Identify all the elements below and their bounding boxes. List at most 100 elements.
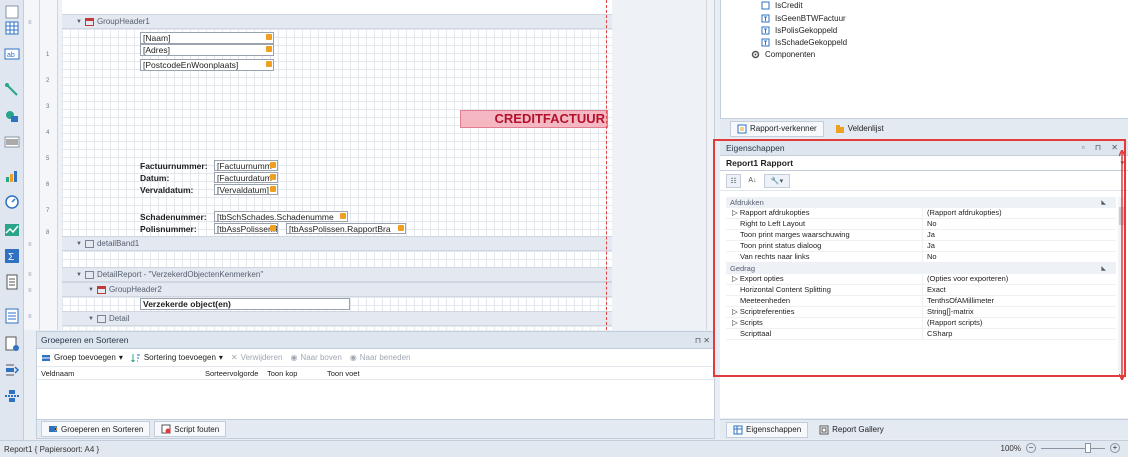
band-rail: ≡ ≡ ≡ ≡ ≡	[24, 0, 40, 330]
smart-tag-icon[interactable]	[270, 225, 276, 231]
tab-veldenlijst[interactable]: Veldenlijst	[828, 121, 891, 137]
band-grid[interactable]	[62, 251, 612, 267]
band-header-detailband1[interactable]: ▼ detailBand1	[62, 236, 612, 251]
pagebreak-tool-icon[interactable]	[4, 362, 20, 378]
smart-tag-icon[interactable]	[266, 61, 272, 67]
field-naam[interactable]: [Naam]	[140, 32, 274, 44]
field-vervaldatum[interactable]: [Vervaldatum]	[214, 184, 278, 195]
tree-item[interactable]: IsGeenBTWFactuur	[761, 14, 846, 23]
tree-item[interactable]: Componenten	[751, 50, 815, 59]
band-grid[interactable]	[62, 326, 612, 330]
zoom-out-button[interactable]: −	[1026, 443, 1036, 453]
zoom-slider-thumb[interactable]	[1085, 442, 1091, 453]
smart-tag-icon[interactable]	[266, 46, 272, 52]
pin-close-icon[interactable]: ⊓ ✕	[695, 336, 710, 345]
field-adres[interactable]: [Adres]	[140, 44, 274, 56]
list-tool-icon[interactable]	[4, 308, 20, 324]
band-header-detailreport[interactable]: ▼ DetailReport - "VerzekerdObjectenKenme…	[62, 267, 612, 282]
subreport-tool-icon[interactable]	[4, 336, 20, 352]
panel-title: Groeperen en Sorteren	[41, 335, 129, 345]
gauge-tool-icon[interactable]	[4, 194, 20, 210]
document-tool-icon[interactable]	[4, 274, 20, 290]
report-page[interactable]: ▼ GroupHeader1 [Naam] [Adres] [PostcodeE…	[62, 0, 612, 330]
zoom-slider[interactable]	[1041, 442, 1105, 453]
collapse-caret-icon[interactable]: ▼	[76, 241, 82, 247]
collapse-caret-icon[interactable]: ▼	[88, 287, 94, 293]
table-tool-icon[interactable]	[4, 20, 20, 36]
band-header-detail[interactable]: ▼ Detail	[62, 311, 612, 326]
creditfactuur-title[interactable]: CREDITFACTUUR	[460, 110, 608, 128]
label-schadenummer[interactable]: Schadenummer:	[140, 212, 207, 222]
band-collapse-mark[interactable]: ≡	[28, 272, 32, 278]
add-group-icon	[42, 354, 50, 361]
band-header-groupheader1[interactable]: ▼ GroupHeader1	[62, 14, 612, 29]
tab-rapport-verkenner[interactable]: Rapport-verkenner	[730, 120, 824, 137]
tab-eigenschappen[interactable]: Eigenschappen	[726, 421, 809, 438]
tree-item[interactable]: IsSchadeGekoppeld	[761, 38, 847, 47]
field-polisnummer-2[interactable]: [tbAssPolissen.RapportBra	[286, 223, 406, 234]
grouping-bottom-tabs: Groeperen en Sorteren Script fouten	[37, 419, 714, 438]
smart-tag-icon[interactable]	[270, 174, 276, 180]
field-icon	[761, 38, 770, 47]
field-datum[interactable]: [Factuurdatum	[214, 172, 278, 183]
label-factuurnummer[interactable]: Factuurnummer:	[140, 161, 208, 171]
field-factuurnummer[interactable]: [Factuurnumm	[214, 160, 278, 171]
tree-item[interactable]: IsCredit	[761, 1, 803, 10]
move-down-button[interactable]: ◉ Naar beneden	[350, 353, 411, 362]
ruler-number: 8	[46, 230, 50, 236]
move-up-button[interactable]: ◉ Naar boven	[290, 353, 341, 362]
column-header[interactable]: Sorteervolgorde	[205, 369, 258, 378]
field-schadenummer[interactable]: [tbSchSchades.Schadenumme	[214, 211, 348, 222]
script-error-icon	[161, 424, 171, 434]
label-polisnummer[interactable]: Polisnummer:	[140, 224, 197, 234]
zoom-in-button[interactable]: +	[1110, 443, 1120, 453]
field-postcode[interactable]: [PostcodeEnWoonplaats]	[140, 59, 274, 71]
chart-tool-icon[interactable]	[4, 168, 20, 184]
collapse-caret-icon[interactable]: ▼	[76, 272, 82, 278]
delete-button[interactable]: ✕ Verwijderen	[231, 353, 283, 362]
vertical-ruler: 1 2 3 4 5 6 7 8	[40, 0, 58, 330]
tree-item[interactable]: IsPolisGekoppeld	[761, 26, 837, 35]
smart-tag-icon[interactable]	[266, 34, 272, 40]
collapse-caret-icon[interactable]: ▼	[76, 19, 82, 25]
smart-tag-icon[interactable]	[340, 213, 346, 219]
label-verzekerde-objecten[interactable]: Verzekerde object(en)	[140, 298, 350, 310]
tab-report-gallery[interactable]: Report Gallery	[812, 422, 891, 438]
collapse-caret-icon[interactable]: ▼	[88, 316, 94, 322]
grouping-panel-title-bar: Groeperen en Sorteren ⊓ ✕	[37, 332, 714, 349]
sparkline-tool-icon[interactable]	[4, 222, 20, 238]
column-header[interactable]: Toon kop	[267, 369, 297, 378]
band-collapse-mark[interactable]: ≡	[28, 242, 32, 248]
smart-tag-icon[interactable]	[398, 225, 404, 231]
shape-tool-icon[interactable]	[4, 108, 20, 124]
barcode-tool-icon[interactable]	[4, 134, 20, 150]
tab-script-fouten[interactable]: Script fouten	[154, 421, 227, 437]
add-group-button[interactable]: Groep toevoegen ▾	[41, 353, 123, 363]
column-header[interactable]: Veldnaam	[41, 369, 74, 378]
smart-tag-icon[interactable]	[270, 162, 276, 168]
band-header-groupheader2[interactable]: ▼ GroupHeader2	[62, 282, 612, 297]
zoom-level: 100%	[1000, 443, 1021, 453]
add-sort-button[interactable]: Sortering toevoegen ▾	[130, 353, 223, 363]
band-collapse-mark[interactable]: ≡	[28, 314, 32, 320]
label-datum[interactable]: Datum:	[140, 173, 169, 183]
right-margin-line	[606, 0, 607, 330]
design-surface[interactable]: ≡ ≡ ≡ ≡ ≡ 1 2 3 4 5 6 7 8 ▼ GroupHeader1…	[24, 0, 715, 330]
group-sort-icon	[49, 426, 58, 432]
column-header[interactable]: Toon voet	[327, 369, 360, 378]
toolbox: ab Σ	[0, 0, 24, 440]
line-tool-icon[interactable]	[4, 82, 20, 98]
chevron-down-icon: ▾	[218, 353, 223, 362]
summary-tool-icon[interactable]: Σ	[4, 248, 20, 264]
label-tool-icon[interactable]: ab	[4, 46, 20, 62]
crossband-tool-icon[interactable]	[4, 388, 20, 404]
band-collapse-mark[interactable]: ≡	[28, 20, 32, 26]
label-vervaldatum[interactable]: Vervaldatum:	[140, 185, 193, 195]
properties-bottom-tabs: Eigenschappen Report Gallery	[720, 419, 1128, 439]
tab-groeperen-sorteren[interactable]: Groeperen en Sorteren	[41, 421, 151, 437]
pointer-tool-icon[interactable]	[4, 4, 20, 20]
smart-tag-icon[interactable]	[270, 186, 276, 192]
band-collapse-mark[interactable]: ≡	[28, 288, 32, 294]
ruler-number: 1	[46, 52, 50, 58]
field-polisnummer-1[interactable]: [tbAssPolissen.P	[214, 223, 278, 234]
